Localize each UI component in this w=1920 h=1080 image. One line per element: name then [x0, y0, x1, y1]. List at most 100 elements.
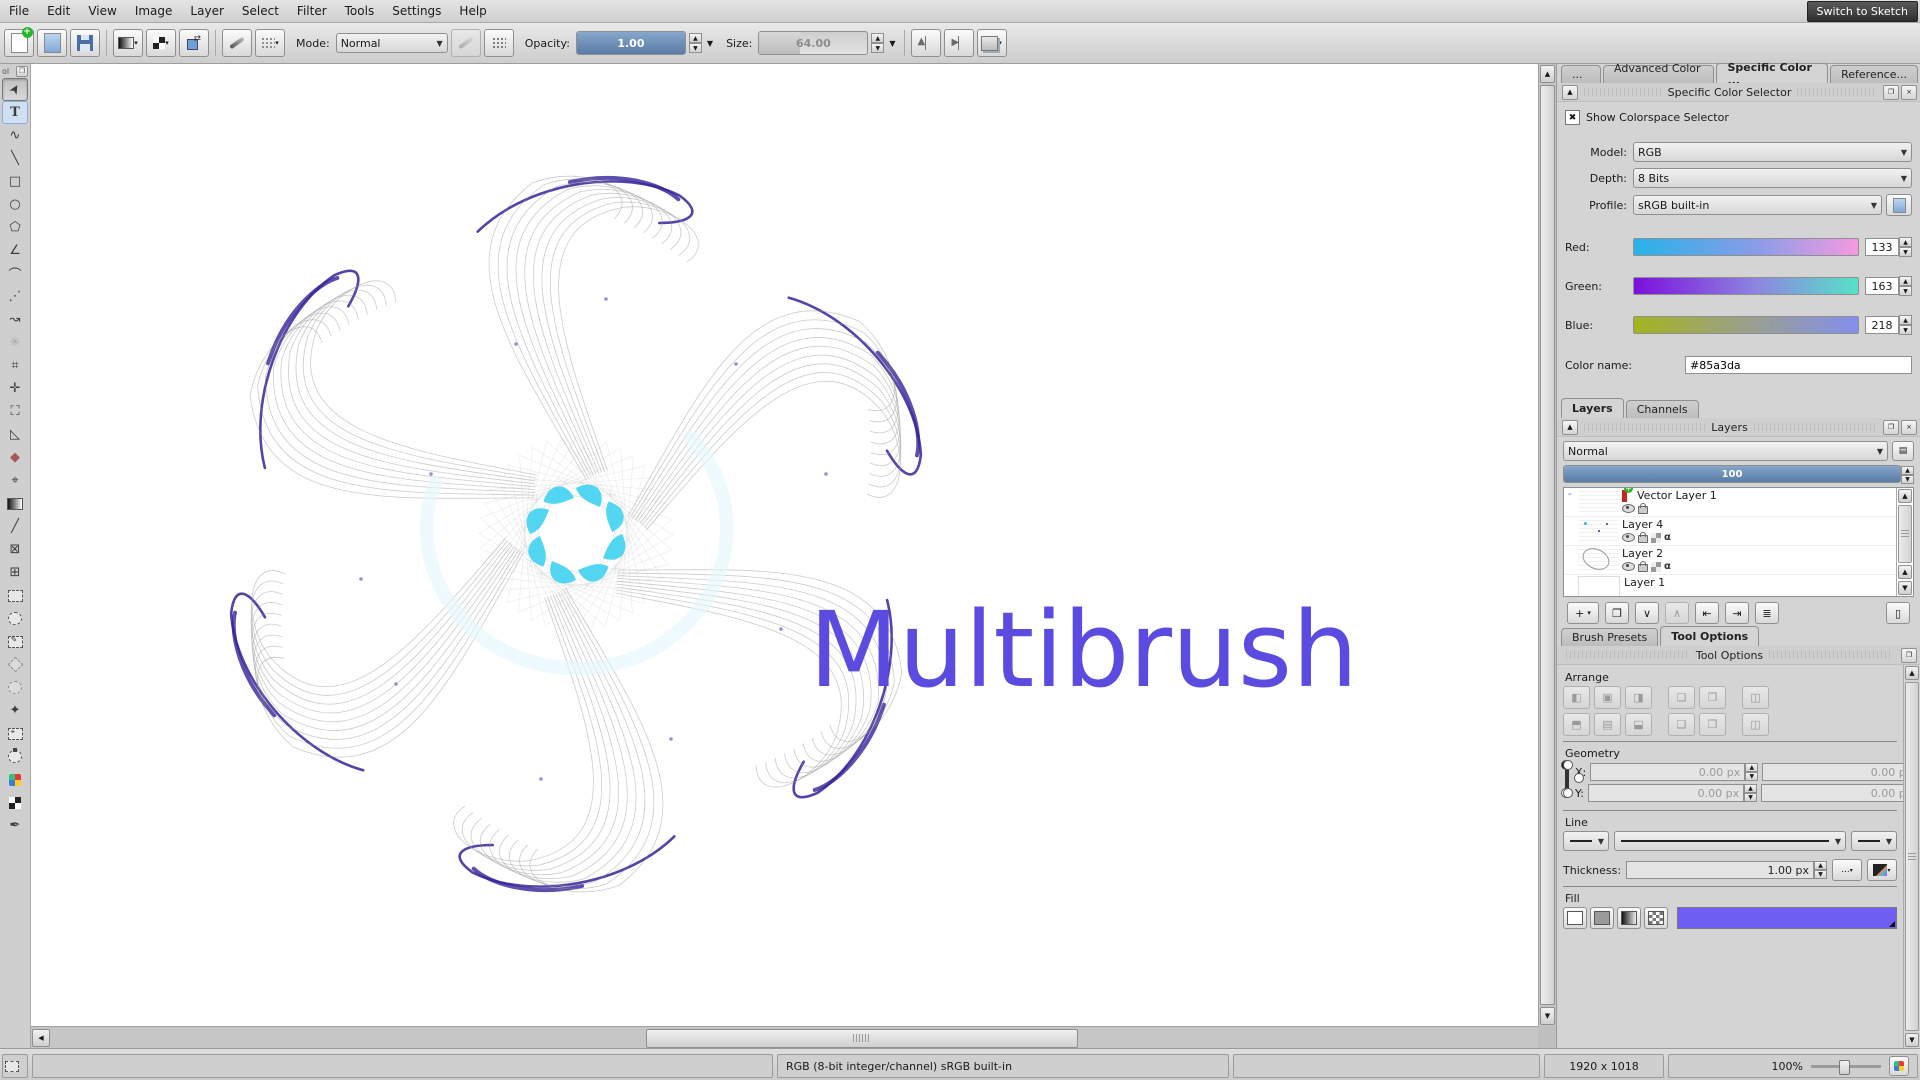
visibility-icon[interactable]	[1622, 504, 1635, 513]
menu-filter[interactable]: Filter	[288, 4, 336, 18]
pattern-chooser-button[interactable]: ▾	[146, 29, 176, 57]
color-name-input[interactable]	[1685, 356, 1912, 374]
fill-color-swatch[interactable]	[1677, 907, 1897, 929]
canvas-only-button[interactable]	[1889, 1056, 1909, 1076]
save-button[interactable]	[70, 29, 100, 57]
layer-row[interactable]: - Vector Layer 1	[1564, 488, 1896, 517]
lock-icon[interactable]	[1638, 535, 1648, 543]
tool-text[interactable]: T	[2, 101, 28, 124]
x-position-field[interactable]	[1590, 763, 1745, 781]
alpha-checker-icon[interactable]	[1651, 533, 1661, 543]
align-hcenter-button[interactable]: ▣	[1594, 686, 1621, 709]
opacity-dropdown-icon[interactable]: ▼	[707, 39, 713, 48]
group-shapes-button[interactable]: ◫	[1742, 686, 1769, 709]
anchor-selector[interactable]	[1565, 764, 1569, 794]
tool-multibrush[interactable]: ✳	[2, 331, 28, 354]
tool-perspective-transform[interactable]: ◺	[2, 423, 28, 446]
tool-pattern-edit[interactable]	[2, 791, 28, 814]
tool-freehand-path[interactable]: ⋰	[2, 285, 28, 308]
canvas[interactable]: Multibrush	[31, 64, 1538, 1026]
tool-fill[interactable]: ◆	[2, 446, 28, 469]
menu-edit[interactable]: Edit	[38, 4, 79, 18]
menu-select[interactable]: Select	[233, 4, 288, 18]
canvas-vertical-scrollbar[interactable]: ▲ ▼	[1538, 64, 1556, 1026]
opacity-spinner[interactable]: ▲▼	[689, 33, 702, 53]
fill-solid-button[interactable]	[1590, 907, 1614, 929]
layer-opacity-spinner[interactable]: ▲▼	[1901, 466, 1914, 482]
float-icon[interactable]: ❐	[1901, 648, 1917, 663]
tool-select-polygon[interactable]	[2, 653, 28, 676]
profile-select[interactable]: sRGB built-in ▼	[1633, 195, 1882, 215]
brush-editor-button[interactable]: ▾	[255, 29, 285, 57]
stroke-color-button[interactable]: ▾	[1867, 859, 1897, 881]
layer-list-scrollbar[interactable]: ▲ ▲ ▼	[1896, 488, 1913, 596]
blending-mode-select[interactable]: Normal ▼	[336, 33, 448, 53]
tool-color-picker[interactable]: ⌖	[2, 469, 28, 492]
blue-spinner[interactable]: ▲▼	[1899, 315, 1912, 335]
menu-settings[interactable]: Settings	[383, 4, 450, 18]
alpha-lock-icon[interactable]: α	[1664, 533, 1671, 543]
y-position-field[interactable]	[1588, 784, 1744, 802]
tool-select-magnetic[interactable]	[2, 745, 28, 768]
layer-row[interactable]: Layer 1	[1564, 575, 1896, 597]
float-icon[interactable]: ❐	[1883, 85, 1899, 100]
height-field[interactable]	[1761, 784, 1903, 802]
ungroup-shapes-button[interactable]: ◫	[1742, 713, 1769, 736]
eraser-mode-button[interactable]	[451, 29, 481, 57]
profile-info-button[interactable]	[1886, 194, 1912, 216]
layer-view-options-button[interactable]: ▤	[1892, 441, 1914, 461]
tab-tool-options[interactable]: Tool Options	[1660, 626, 1759, 646]
new-document-button[interactable]	[4, 29, 34, 57]
tool-gradient[interactable]	[2, 492, 28, 515]
menu-view[interactable]: View	[79, 4, 125, 18]
line-end-select[interactable]: ▼	[1851, 831, 1897, 851]
tool-grid[interactable]: ⊞	[2, 561, 28, 584]
size-spinner[interactable]: ▲▼	[871, 33, 884, 53]
branch-icon[interactable]: -	[1568, 489, 1578, 500]
tool-calligraphy[interactable]: ✒	[2, 814, 28, 837]
menu-help[interactable]: Help	[450, 4, 495, 18]
move-layer-down-button[interactable]: ∨	[1635, 602, 1659, 624]
switch-to-sketch-button[interactable]: Switch to Sketch	[1807, 1, 1918, 22]
collapse-icon[interactable]: ▲	[1562, 85, 1578, 100]
layer-row[interactable]: Layer 2 α	[1564, 546, 1896, 575]
canvas-horizontal-scrollbar[interactable]: ◀	[31, 1026, 1538, 1048]
scroll-up-icon[interactable]: ▲	[1898, 565, 1912, 579]
scroll-down-icon[interactable]: ▼	[1540, 1007, 1555, 1025]
tab-specific-color[interactable]: Specific Color ...	[1716, 63, 1828, 83]
tool-polyline[interactable]: ∠	[2, 239, 28, 262]
alpha-checker-icon[interactable]	[1651, 562, 1661, 572]
layer-row[interactable]: Layer 4 α	[1564, 517, 1896, 546]
menu-tools[interactable]: Tools	[336, 4, 384, 18]
tool-ellipse[interactable]: ○	[2, 193, 28, 216]
export-layer-button[interactable]: ⇥	[1725, 602, 1749, 624]
tool-options-scrollbar[interactable]: ▲ ▼	[1903, 665, 1920, 1048]
red-slider[interactable]	[1633, 238, 1859, 256]
green-value[interactable]: 163	[1865, 277, 1899, 295]
scroll-up-icon[interactable]: ▲	[1540, 65, 1555, 83]
tool-polygon[interactable]: ⬠	[2, 216, 28, 239]
zoom-slider[interactable]	[1811, 1065, 1881, 1068]
align-right-button[interactable]: ◨	[1625, 686, 1652, 709]
menu-file[interactable]: File	[0, 4, 38, 18]
mirror-horizontal-button[interactable]: ▲	[911, 29, 941, 57]
tool-bezier[interactable]: ⌒	[2, 262, 28, 285]
fill-none-button[interactable]	[1563, 907, 1587, 929]
line-style-select[interactable]: ▼	[1614, 831, 1846, 851]
red-value[interactable]: 133	[1865, 238, 1899, 256]
vertical-scroll-thumb[interactable]	[1540, 85, 1555, 1005]
layer-properties-button[interactable]: ≣	[1755, 602, 1779, 624]
send-back-button[interactable]: ❒	[1699, 713, 1726, 736]
size-slider[interactable]: 64.00	[758, 31, 868, 55]
collapse-icon[interactable]: ▲	[1562, 420, 1578, 435]
zoom-slider-knob[interactable]	[1839, 1060, 1850, 1075]
duplicate-layer-button[interactable]: ❐	[1605, 602, 1629, 624]
tool-select-fuzzy[interactable]	[2, 676, 28, 699]
tool-rectangle[interactable]: □	[2, 170, 28, 193]
bring-front-button[interactable]: ❐	[1699, 686, 1726, 709]
scroll-down-icon[interactable]: ▼	[1898, 581, 1912, 595]
tool-select-paint[interactable]: ✎	[2, 630, 28, 653]
lower-shape-button[interactable]: ❑	[1668, 713, 1695, 736]
tool-dynamic-brush[interactable]: ↝	[2, 308, 28, 331]
preserve-alpha-button[interactable]	[484, 29, 514, 57]
